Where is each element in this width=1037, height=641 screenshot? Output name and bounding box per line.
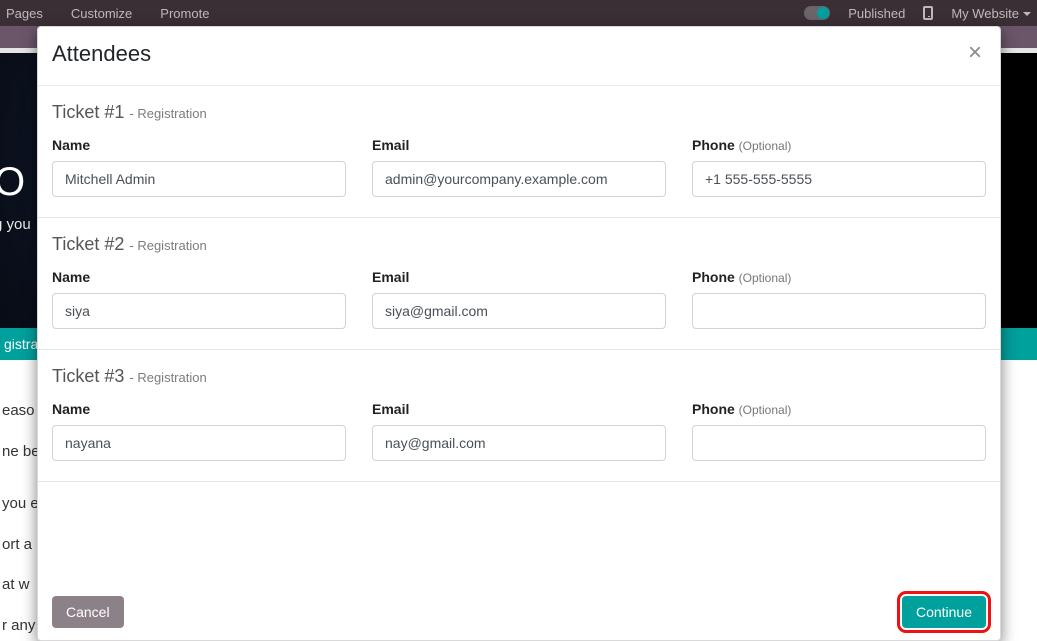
ticket-number: Ticket #3 [52,366,124,386]
ticket-heading: Ticket #3 - Registration [52,366,986,387]
close-button[interactable]: × [964,41,986,65]
modal-body: Ticket #1 - Registration Name Email Phon… [38,86,1000,584]
phone-label: Phone (Optional) [692,401,986,417]
cancel-button[interactable]: Cancel [52,596,124,628]
ticket-subtype: - Registration [129,106,206,121]
optional-hint: (Optional) [739,271,792,285]
name-label: Name [52,401,346,417]
attendees-modal: Attendees × Ticket #1 - Registration Nam… [37,26,1001,641]
name-input[interactable] [52,425,346,461]
ticket-heading: Ticket #2 - Registration [52,234,986,255]
email-input[interactable] [372,161,666,197]
email-label: Email [372,137,666,153]
optional-hint: (Optional) [739,403,792,417]
email-input[interactable] [372,425,666,461]
phone-label: Phone (Optional) [692,269,986,285]
continue-button[interactable]: Continue [902,596,986,628]
optional-hint: (Optional) [739,139,792,153]
ticket-section: Ticket #3 - Registration Name Email Phon… [38,350,1000,482]
modal-footer: Cancel Continue [38,584,1000,640]
name-input[interactable] [52,161,346,197]
ticket-section: Ticket #2 - Registration Name Email Phon… [38,218,1000,350]
ticket-number: Ticket #2 [52,234,124,254]
email-label: Email [372,401,666,417]
ticket-heading: Ticket #1 - Registration [52,102,986,123]
email-label: Email [372,269,666,285]
name-label: Name [52,269,346,285]
ticket-subtype: - Registration [129,370,206,385]
phone-input[interactable] [692,425,986,461]
ticket-section: Ticket #1 - Registration Name Email Phon… [38,86,1000,218]
email-input[interactable] [372,293,666,329]
name-input[interactable] [52,293,346,329]
name-label: Name [52,137,346,153]
modal-header: Attendees × [38,27,1000,86]
ticket-number: Ticket #1 [52,102,124,122]
phone-label: Phone (Optional) [692,137,986,153]
close-icon: × [968,39,982,66]
ticket-subtype: - Registration [129,238,206,253]
phone-input[interactable] [692,161,986,197]
modal-title: Attendees [52,41,151,67]
phone-input[interactable] [692,293,986,329]
